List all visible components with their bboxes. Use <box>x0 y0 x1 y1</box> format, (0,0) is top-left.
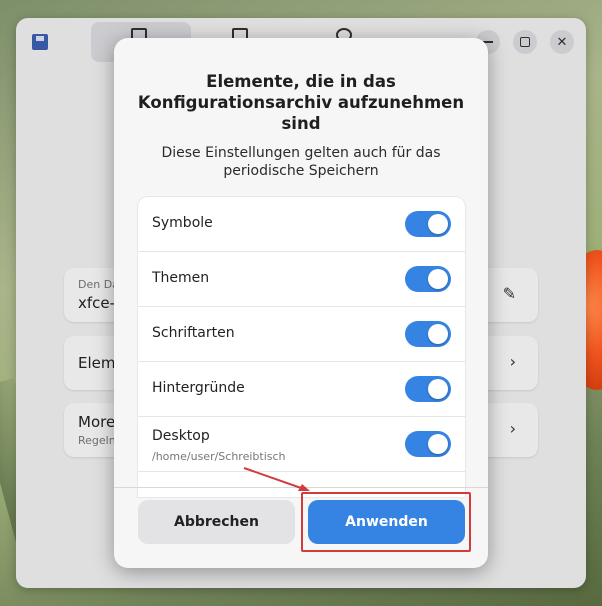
cancel-button[interactable]: Abbrechen <box>138 500 295 544</box>
list-item-symbole[interactable]: Symbole <box>138 197 465 252</box>
item-label: Hintergründe <box>152 380 245 396</box>
themen-toggle[interactable] <box>405 266 451 292</box>
desktop-toggle[interactable] <box>405 431 451 457</box>
items-list: Symbole Themen Schriftarten Hintergründe… <box>138 197 465 497</box>
list-item-schriftarten[interactable]: Schriftarten <box>138 307 465 362</box>
toggle-knob <box>428 324 448 344</box>
item-label: Desktop <box>152 428 210 444</box>
item-label: Themen <box>152 270 210 286</box>
item-label: Symbole <box>152 215 213 231</box>
toggle-knob <box>428 379 448 399</box>
toggle-knob <box>428 434 448 454</box>
list-item-themen[interactable]: Themen <box>138 252 465 307</box>
toggle-knob <box>428 269 448 289</box>
apply-highlight-box <box>301 492 471 552</box>
dialog-subtitle: Diese Einstellungen gelten auch für das … <box>161 145 441 179</box>
list-item-hintergruende[interactable]: Hintergründe <box>138 362 465 417</box>
hintergruende-toggle[interactable] <box>405 376 451 402</box>
item-path: /home/user/Schreibtisch <box>152 450 286 463</box>
archive-items-dialog: Elemente, die in das Konfigurationsarchi… <box>114 38 488 568</box>
item-label: Schriftarten <box>152 325 235 341</box>
footer-divider <box>114 487 488 488</box>
symbole-toggle[interactable] <box>405 211 451 237</box>
list-item-desktop[interactable]: Desktop /home/user/Schreibtisch <box>138 417 465 472</box>
schriftarten-toggle[interactable] <box>405 321 451 347</box>
dialog-title: Elemente, die in das Konfigurationsarchi… <box>137 72 465 133</box>
toggle-knob <box>428 214 448 234</box>
